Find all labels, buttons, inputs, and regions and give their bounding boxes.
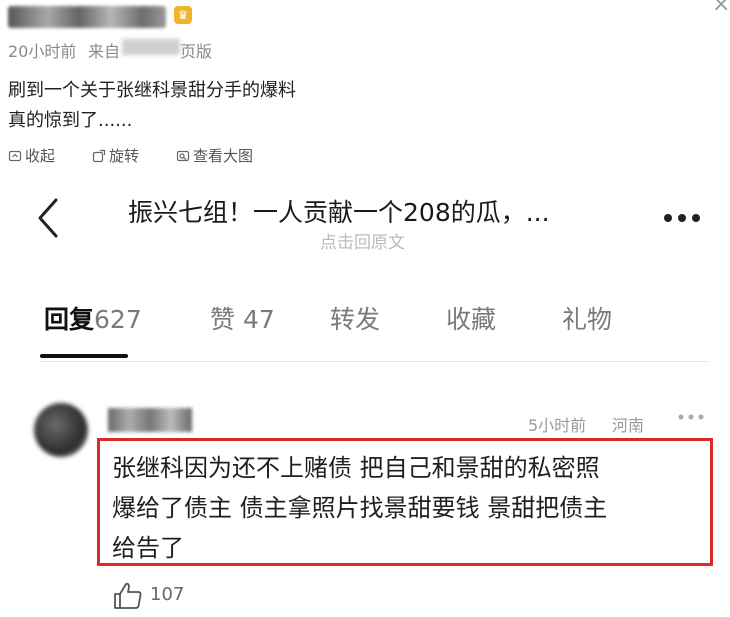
thread-tabs: 回复627 赞 47 转发 收藏 礼物 xyxy=(0,300,730,360)
tab-gifts[interactable]: 礼物 xyxy=(562,300,612,336)
tab-replies-count: 627 xyxy=(94,305,142,334)
comment-time: 5小时前 xyxy=(528,416,587,435)
tab-likes-count: 47 xyxy=(242,305,275,334)
post-time: 20小时前 xyxy=(8,42,77,61)
back-to-original-link[interactable]: 点击回原文 xyxy=(320,228,405,253)
collapse-icon xyxy=(8,150,22,161)
tab-gifts-label: 礼物 xyxy=(562,305,613,334)
tab-likes[interactable]: 赞 47 xyxy=(210,300,275,336)
tab-replies-label: 回复 xyxy=(44,305,95,334)
author-name-blurred[interactable] xyxy=(8,6,166,28)
comment-text-line-1: 张继科因为还不上赌债 把自己和景甜的私密照 xyxy=(112,454,600,482)
tab-favorites-label: 收藏 xyxy=(446,305,497,334)
post-source-suffix: 页版 xyxy=(180,42,213,61)
image-toolbar: 收起 旋转 查看大图 xyxy=(0,145,300,175)
vip-badge-icon: ♛ xyxy=(174,6,192,24)
commenter-name-blurred[interactable] xyxy=(108,408,192,432)
rotate-label: 旋转 xyxy=(109,147,140,165)
view-large-button[interactable]: 查看大图 xyxy=(176,145,253,166)
tab-favorites[interactable]: 收藏 xyxy=(446,300,496,336)
thumbs-up-icon[interactable] xyxy=(112,581,144,611)
back-chevron-icon[interactable] xyxy=(34,196,64,240)
tab-replies[interactable]: 回复627 xyxy=(44,300,142,336)
like-count: 107 xyxy=(150,584,185,605)
thread-title[interactable]: 振兴七组！一人贡献一个208的瓜，... xyxy=(128,193,550,229)
comment-text-line-2: 爆给了债主 债主拿照片找景甜要钱 景甜把债主 xyxy=(112,494,608,522)
post-source-prefix: 来自 xyxy=(88,42,121,61)
post-text-line-1: 刷到一个关于张继科景甜分手的爆料 xyxy=(8,80,296,101)
close-icon[interactable]: × xyxy=(712,0,730,17)
comment-more-icon[interactable] xyxy=(676,412,706,422)
tab-likes-label: 赞 xyxy=(210,305,236,334)
comment-text-line-3: 给告了 xyxy=(112,534,184,562)
tabs-divider xyxy=(40,361,708,362)
comment-location: 河南 xyxy=(612,416,645,435)
view-large-icon xyxy=(176,150,190,161)
collapse-label: 收起 xyxy=(25,147,56,165)
collapse-button[interactable]: 收起 xyxy=(8,145,55,166)
active-tab-indicator xyxy=(40,354,128,358)
tab-reposts[interactable]: 转发 xyxy=(330,300,380,336)
avatar[interactable] xyxy=(34,403,88,457)
more-options-icon[interactable] xyxy=(662,212,702,224)
tab-reposts-label: 转发 xyxy=(330,305,381,334)
view-large-label: 查看大图 xyxy=(193,147,254,165)
post-source-blurred xyxy=(122,39,180,55)
rotate-button[interactable]: 旋转 xyxy=(92,145,139,166)
rotate-icon xyxy=(92,149,106,162)
post-text-line-2: 真的惊到了...... xyxy=(8,110,133,131)
